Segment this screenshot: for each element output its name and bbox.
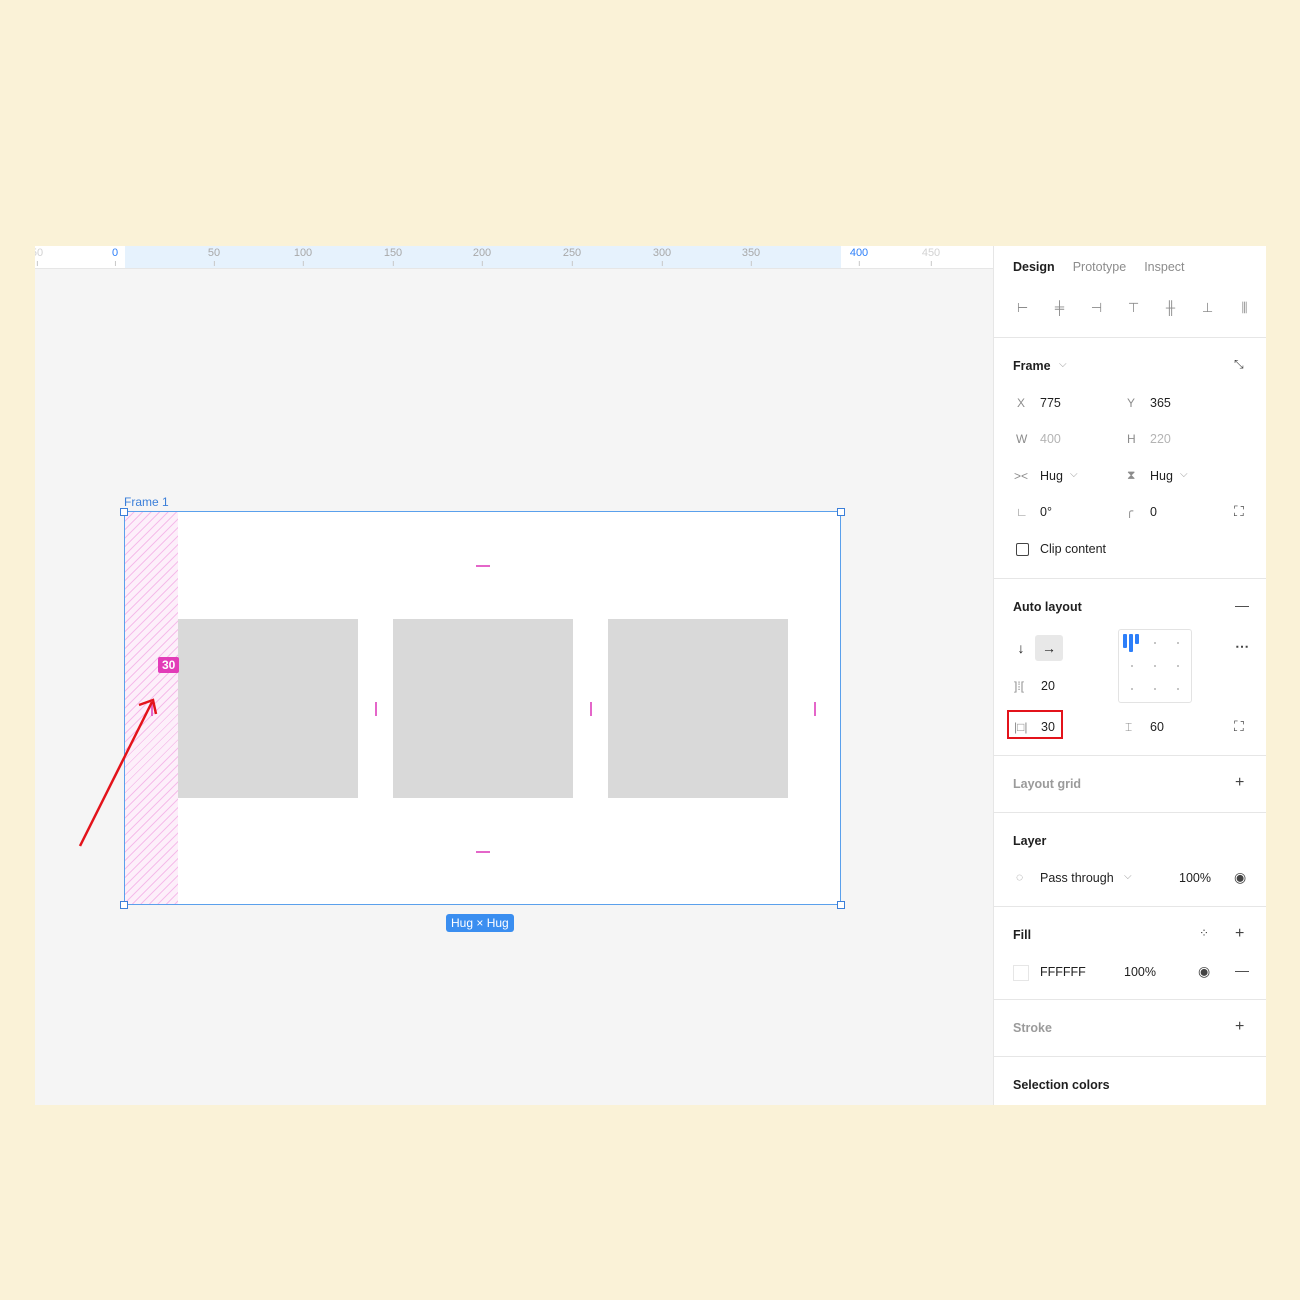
ruler-tick: 150 xyxy=(383,247,403,266)
auto-layout-title: Auto layout xyxy=(1013,600,1082,614)
fill-color-swatch[interactable] xyxy=(1013,965,1029,984)
auto-layout-section: Auto layout — ↓ → ⋯ ]⁞[ 20 |□| 30 ⌶ 60 ⛶ xyxy=(994,579,1266,756)
h-label: H xyxy=(1127,432,1136,446)
add-layout-grid-icon[interactable]: + xyxy=(1235,774,1244,792)
style-grid-icon[interactable]: ⁘ xyxy=(1199,926,1209,940)
annotation-arrow-icon xyxy=(78,698,158,847)
ruler-tick: 300 xyxy=(652,247,672,266)
vertical-direction-icon[interactable]: ↓ xyxy=(1007,635,1035,661)
grid-dot xyxy=(1131,688,1133,690)
grid-dot xyxy=(1154,688,1156,690)
horizontal-resizing-icon: >< xyxy=(1014,469,1029,483)
stroke-title: Stroke xyxy=(1013,1021,1052,1035)
y-label: Y xyxy=(1127,396,1136,410)
ruler-tick: 50 xyxy=(207,247,221,266)
chevron-down-icon[interactable]: ⌵ xyxy=(1070,469,1078,480)
w-label: W xyxy=(1016,432,1028,446)
blend-mode-icon: ◌ xyxy=(1016,870,1024,884)
layer-title: Layer xyxy=(1013,834,1047,848)
clip-content-label[interactable]: Clip content xyxy=(1040,542,1106,556)
distribute-icon[interactable]: ⫼ xyxy=(1235,300,1254,316)
vertical-resizing-icon: ⧗ xyxy=(1127,468,1136,482)
align-horizontal-center-icon[interactable]: ╪ xyxy=(1050,300,1069,316)
alignment-indicator xyxy=(1129,634,1133,652)
ruler-tick: 350 xyxy=(741,247,761,266)
vertical-padding-icon: ⌶ xyxy=(1125,720,1133,734)
alignment-toolbar: ⊢ ╪ ⊣ ⊤ ╫ ⊥ ⫼ xyxy=(1013,300,1254,316)
corner-radius-input[interactable]: 0 xyxy=(1150,505,1157,519)
properties-panel: Design Prototype Inspect ⊢ ╪ ⊣ ⊤ ╫ ⊥ ⫼ F… xyxy=(993,246,1266,1105)
spacing-icon: ]⁞[ xyxy=(1014,679,1025,693)
x-label: X xyxy=(1017,396,1026,410)
spacing-input[interactable]: 20 xyxy=(1041,679,1055,693)
fill-opacity-input[interactable]: 100% xyxy=(1124,965,1156,979)
remove-fill-icon[interactable]: — xyxy=(1235,962,1249,978)
grid-dot xyxy=(1154,642,1156,644)
ruler-tick: 100 xyxy=(293,247,313,266)
fill-title: Fill xyxy=(1013,928,1032,942)
selection-colors-section: Selection colors xyxy=(994,1057,1266,1113)
individual-padding-icon[interactable]: ⛶ xyxy=(1234,718,1244,735)
layer-section: Layer ◌ Pass through ⌵ 100% ◉ xyxy=(994,813,1266,907)
ruler-tick: 200 xyxy=(472,247,492,266)
corner-radius-icon: ╭ xyxy=(1126,504,1134,518)
rotation-input[interactable]: 0° xyxy=(1040,505,1052,519)
vertical-padding-input[interactable]: 60 xyxy=(1150,720,1164,734)
layout-grid-title: Layout grid xyxy=(1013,777,1082,791)
independent-corners-icon[interactable]: ⛶ xyxy=(1234,503,1244,520)
align-left-icon[interactable]: ⊢ xyxy=(1013,300,1032,316)
fill-section: Fill ⁘ + FFFFFF 100% ◉ — xyxy=(994,907,1266,1000)
selection-colors-title: Selection colors xyxy=(1013,1078,1110,1092)
horizontal-ruler: 50 0 50 100 150 200 250 300 350 400 450 xyxy=(35,246,993,269)
ruler-tick: 50 xyxy=(35,247,43,266)
ruler-tick-selection-start: 0 xyxy=(111,247,119,266)
blend-mode-select[interactable]: Pass through xyxy=(1040,871,1114,885)
figma-editor: 50 0 50 100 150 200 250 300 350 400 450 … xyxy=(35,246,1266,1105)
fill-hex-input[interactable]: FFFFFF xyxy=(1040,965,1086,979)
grid-dot xyxy=(1177,642,1179,644)
horizontal-resizing-select[interactable]: Hug xyxy=(1040,469,1063,483)
horizontal-padding-input[interactable]: 30 xyxy=(1041,720,1055,734)
ruler-tick: 250 xyxy=(562,247,582,266)
align-vertical-center-icon[interactable]: ╫ xyxy=(1161,300,1180,316)
layout-grid-section: Layout grid + xyxy=(994,756,1266,813)
remove-auto-layout-icon[interactable]: — xyxy=(1235,597,1249,613)
canvas[interactable]: Frame 1 30 Hug × Hug xyxy=(35,268,993,1105)
alignment-indicator xyxy=(1135,634,1139,644)
vertical-resizing-select[interactable]: Hug xyxy=(1150,469,1173,483)
grid-dot xyxy=(1177,665,1179,667)
align-top-icon[interactable]: ⊤ xyxy=(1124,300,1143,316)
width-input[interactable]: 400 xyxy=(1040,432,1061,446)
alignment-grid[interactable] xyxy=(1118,629,1192,703)
ruler-tick: 450 xyxy=(921,247,941,266)
panel-header: Design Prototype Inspect ⊢ ╪ ⊣ ⊤ ╫ ⊥ ⫼ xyxy=(994,246,1266,338)
x-input[interactable]: 775 xyxy=(1040,396,1061,410)
chevron-down-icon[interactable]: ⌵ xyxy=(1180,469,1188,480)
height-input[interactable]: 220 xyxy=(1150,432,1171,446)
layer-opacity-input[interactable]: 100% xyxy=(1179,871,1211,885)
horizontal-direction-icon[interactable]: → xyxy=(1035,635,1063,661)
alignment-indicator xyxy=(1123,634,1127,648)
add-fill-icon[interactable]: + xyxy=(1235,925,1244,943)
grid-dot xyxy=(1177,688,1179,690)
grid-dot xyxy=(1131,665,1133,667)
frame-section-title[interactable]: Frame xyxy=(1013,359,1051,373)
clip-content-checkbox[interactable] xyxy=(1016,543,1029,559)
add-stroke-icon[interactable]: + xyxy=(1235,1018,1244,1036)
more-options-icon[interactable]: ⋯ xyxy=(1235,638,1249,655)
horizontal-padding-icon: |□| xyxy=(1014,720,1028,734)
eye-icon[interactable]: ◉ xyxy=(1234,869,1246,886)
chevron-down-icon[interactable]: ⌵ xyxy=(1124,871,1132,882)
align-right-icon[interactable]: ⊣ xyxy=(1087,300,1106,316)
frame-section: Frame ⌵ ⤡ X 775 Y 365 W 400 H 220 >< Hug… xyxy=(994,338,1266,579)
eye-icon[interactable]: ◉ xyxy=(1198,963,1210,980)
rotation-icon: ∟ xyxy=(1016,505,1028,519)
collapse-frame-icon[interactable]: ⤡ xyxy=(1234,357,1244,372)
y-input[interactable]: 365 xyxy=(1150,396,1171,410)
grid-dot xyxy=(1154,665,1156,667)
stroke-section: Stroke + xyxy=(994,1000,1266,1057)
ruler-tick-selection-end: 400 xyxy=(849,247,869,266)
align-bottom-icon[interactable]: ⊥ xyxy=(1198,300,1217,316)
chevron-down-icon[interactable]: ⌵ xyxy=(1059,359,1067,370)
